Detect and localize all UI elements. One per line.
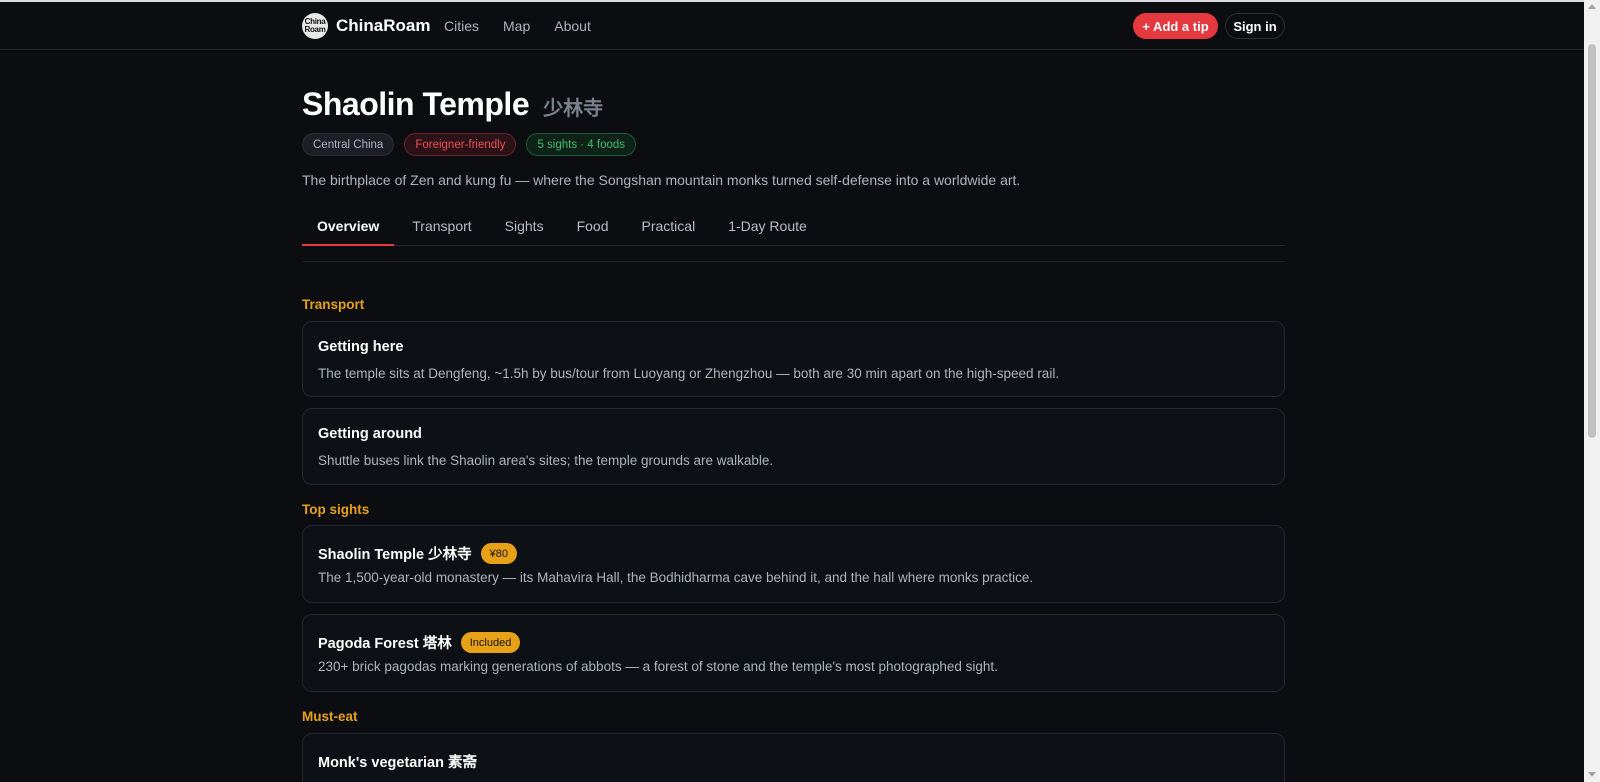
tab-practical[interactable]: Practical (627, 212, 711, 246)
tab-sights[interactable]: Sights (490, 212, 559, 246)
tab-food[interactable]: Food (562, 212, 624, 246)
transport-card: Getting around Shuttle buses link the Sh… (302, 408, 1285, 485)
sight-card: Pagoda Forest 塔林 Included 230+ brick pag… (302, 614, 1285, 692)
add-tip-button[interactable]: + Add a tip (1133, 13, 1218, 39)
card-title-row: Shaolin Temple 少林寺 ¥80 (318, 543, 517, 564)
card-title-row: Pagoda Forest 塔林 Included (318, 632, 521, 653)
section-tabs: Overview Transport Sights Food Practical… (302, 212, 1285, 246)
page-scrollbar[interactable] (1584, 0, 1600, 782)
tab-transport[interactable]: Transport (397, 212, 486, 246)
sign-in-button[interactable]: Sign in (1225, 13, 1285, 39)
brand-name: ChinaRoam (336, 16, 431, 35)
card-title: Monk's vegetarian 素斋 (318, 755, 477, 771)
chinaroam-logo-icon: China Roam (302, 13, 328, 39)
card-title-row: Getting here (318, 339, 403, 355)
page-description: The birthplace of Zen and kung fu — wher… (302, 172, 1021, 188)
foreigner-friendly-tag: Foreigner-friendly (404, 133, 517, 156)
card-body: The temple sits at Dengfeng, ~1.5h by bu… (318, 366, 1060, 381)
top-navbar: China Roam ChinaRoam Cities Map About + … (0, 2, 1584, 50)
price-badge: ¥80 (480, 543, 517, 564)
card-title-row: Monk's vegetarian 素斋 (318, 751, 477, 772)
page-title-row: Shaolin Temple 少林寺 (302, 86, 603, 123)
card-title: Getting here (318, 339, 404, 355)
card-title-row: Getting around (318, 426, 422, 442)
card-body: The 1,500-year-old monastery — its Mahav… (318, 570, 1034, 585)
card-body: 230+ brick pagodas marking generations o… (318, 659, 998, 674)
divider (302, 261, 1285, 262)
sight-card: Shaolin Temple 少林寺 ¥80 The 1,500-year-ol… (302, 525, 1285, 603)
card-title: Getting around (318, 426, 422, 442)
brand-link[interactable]: China Roam ChinaRoam (302, 13, 430, 39)
card-title: Shaolin Temple 少林寺 (318, 547, 472, 563)
card-body: Shuttle buses link the Shaolin area's si… (318, 453, 774, 468)
section-heading-must-eat: Must-eat (302, 709, 358, 724)
region-tag: Central China (302, 133, 395, 156)
transport-card: Getting here The temple sits at Dengfeng… (302, 321, 1285, 397)
food-card: Monk's vegetarian 素斋 (302, 733, 1285, 782)
tab-overview[interactable]: Overview (302, 212, 395, 246)
scroll-thumb[interactable] (1588, 44, 1596, 438)
tab-1-day-route[interactable]: 1-Day Route (713, 212, 822, 246)
section-heading-sights: Top sights (302, 502, 370, 517)
price-badge: Included (460, 632, 521, 653)
card-title: Pagoda Forest 塔林 (318, 636, 452, 652)
nav-cities[interactable]: Cities (444, 18, 479, 34)
page-title: Shaolin Temple (302, 86, 530, 122)
nav-map[interactable]: Map (503, 18, 530, 34)
section-heading-transport: Transport (302, 297, 365, 312)
nav-about[interactable]: About (554, 18, 591, 34)
sights-foods-count-tag: 5 sights · 4 foods (526, 133, 637, 156)
scroll-down-arrow-icon[interactable] (1588, 772, 1596, 777)
scroll-up-arrow-icon[interactable] (1588, 4, 1596, 9)
main-nav: Cities Map About (444, 18, 615, 34)
page-title-chinese: 少林寺 (543, 98, 604, 120)
tag-list: Central China Foreigner-friendly 5 sight… (302, 133, 637, 156)
